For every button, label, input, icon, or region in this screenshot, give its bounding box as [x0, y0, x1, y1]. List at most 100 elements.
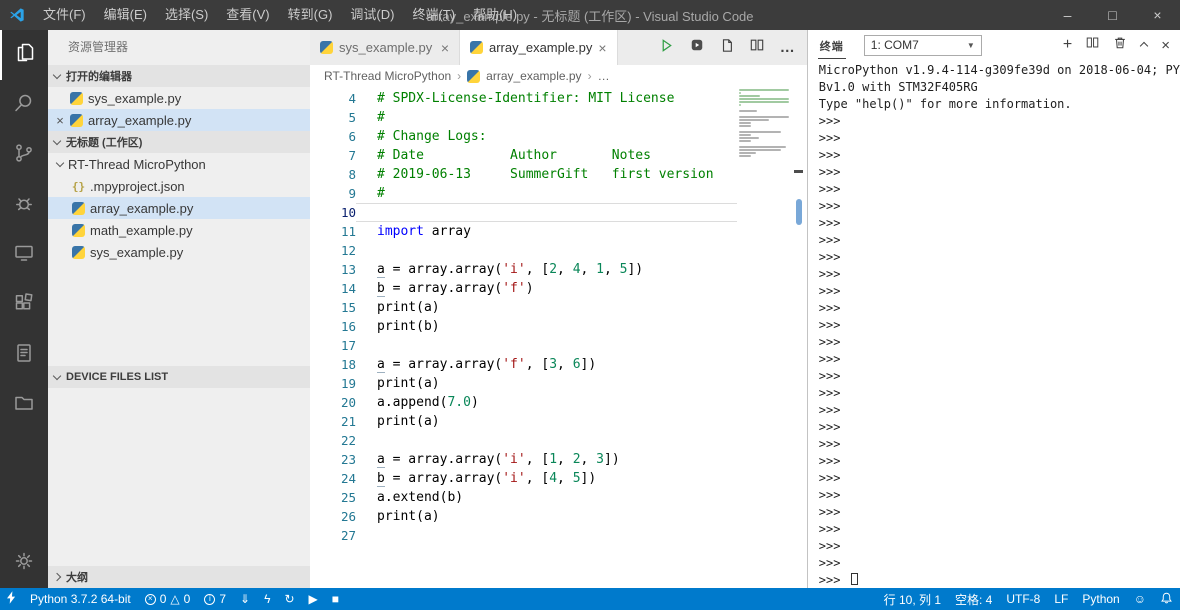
split-editor-button[interactable]: [750, 38, 764, 57]
menu-item[interactable]: 查看(V): [217, 0, 278, 30]
code-token: ): [525, 281, 534, 296]
tree-item[interactable]: {} .mpyproject.json: [48, 175, 310, 197]
encoding[interactable]: UTF-8: [999, 588, 1047, 610]
activity-remote-explorer[interactable]: [0, 230, 48, 280]
py-file-icon: [70, 113, 83, 127]
language-mode[interactable]: Python: [1075, 588, 1126, 610]
breadcrumb-item[interactable]: …: [598, 69, 610, 83]
code-editor[interactable]: 4 # SPDX-License-Identifier: MIT License 5…: [310, 87, 807, 588]
code-token: 'i': [502, 471, 526, 486]
line-number: 21: [340, 414, 356, 429]
minimize-button[interactable]: –: [1045, 0, 1090, 30]
editor-tab[interactable]: sys_example.py ×: [310, 30, 460, 65]
cursor-position-marker: [793, 170, 803, 173]
close-tab-icon[interactable]: ×: [441, 40, 449, 56]
tree-item[interactable]: sys_example.py: [48, 241, 310, 263]
code-token: , [: [525, 357, 550, 372]
activity-explorer[interactable]: [0, 30, 48, 80]
breadcrumb-item[interactable]: RT-Thread MicroPython: [324, 69, 451, 83]
editor-tab[interactable]: array_example.py ×: [460, 30, 618, 65]
terminal-prompt-line: >>>: [818, 335, 841, 349]
minimap-line: [738, 134, 751, 136]
split-terminal-button[interactable]: [1086, 36, 1099, 54]
code-token: # Change Logs:: [377, 129, 487, 144]
menu-item[interactable]: 调试(D): [341, 0, 403, 30]
eol-sequence[interactable]: LF: [1047, 588, 1075, 610]
open-file-button[interactable]: [720, 38, 734, 58]
maximize-button[interactable]: □: [1090, 0, 1135, 30]
stop-button[interactable]: ■: [325, 588, 346, 610]
code-token: ]): [580, 471, 597, 486]
download-to-device-button[interactable]: ⇓: [233, 588, 257, 610]
activity-projects[interactable]: [0, 380, 48, 430]
terminal-selector-dropdown[interactable]: 1: COM7 ▼: [863, 34, 982, 56]
activity-notes[interactable]: [0, 330, 48, 380]
sidebar: 资源管理器 打开的编辑器 sys_example.py × array_exampl…: [48, 30, 310, 588]
tab-terminal[interactable]: 终端: [817, 31, 846, 59]
problems-indicator[interactable]: × 0 △ 0: [138, 588, 198, 610]
more-actions-button[interactable]: …: [780, 39, 795, 56]
py-file-icon: [70, 91, 83, 105]
activity-settings[interactable]: [0, 538, 48, 588]
menu-item[interactable]: 选择(S): [156, 0, 217, 30]
tree-item[interactable]: math_example.py: [48, 219, 310, 241]
kill-terminal-button[interactable]: [1113, 35, 1127, 55]
open-editor-item[interactable]: × array_example.py: [48, 109, 310, 131]
code-token: print(a): [377, 300, 440, 315]
menu-item[interactable]: 终端(T): [403, 0, 464, 30]
cursor-position[interactable]: 行 10, 列 1: [877, 588, 948, 610]
activity-debug[interactable]: [0, 180, 48, 230]
run-file-button[interactable]: [659, 38, 674, 58]
new-terminal-button[interactable]: +: [1063, 36, 1072, 54]
indentation[interactable]: 空格: 4: [948, 588, 999, 610]
device-files-header[interactable]: DEVICE FILES LIST: [48, 366, 310, 388]
line-number: 8: [348, 167, 356, 182]
feedback-button[interactable]: ☺: [1127, 588, 1153, 610]
outline-header[interactable]: 大纲: [48, 566, 310, 588]
code-token: ,: [580, 452, 597, 467]
status-bar-right: 行 10, 列 1 空格: 4 UTF-8 LF Python ☺: [877, 588, 1180, 610]
minimap[interactable]: [738, 89, 791, 160]
notifications-button[interactable]: [1153, 588, 1180, 610]
run-button[interactable]: ▶: [302, 588, 325, 610]
tree-item[interactable]: array_example.py: [48, 197, 310, 219]
code-token: b: [377, 281, 385, 296]
flash-firmware-button[interactable]: ϟ: [257, 588, 277, 610]
open-editor-item[interactable]: sys_example.py: [48, 87, 310, 109]
minimap-line: [738, 110, 757, 112]
activity-source-control[interactable]: [0, 130, 48, 180]
menu-item[interactable]: 帮助(H): [464, 0, 526, 30]
menu-item[interactable]: 编辑(E): [95, 0, 156, 30]
activity-bar-spacer: [0, 430, 48, 538]
maximize-panel-button[interactable]: [1139, 36, 1149, 54]
sync-button[interactable]: ↻: [277, 588, 301, 610]
minimap-line: [738, 101, 789, 103]
close-panel-button[interactable]: ×: [1161, 37, 1170, 54]
activity-extensions[interactable]: [0, 280, 48, 330]
scrollbar-thumb[interactable]: [795, 199, 802, 225]
main-area: 资源管理器 打开的编辑器 sys_example.py × array_exampl…: [0, 30, 1180, 588]
workspace-header[interactable]: 无标题 (工作区): [48, 131, 310, 153]
breadcrumb-item[interactable]: array_example.py: [486, 69, 581, 83]
python-interpreter[interactable]: Python 3.7.2 64-bit: [23, 588, 138, 610]
menu-item[interactable]: 文件(F): [34, 0, 95, 30]
close-editor-icon[interactable]: ×: [53, 113, 67, 128]
info-indicator[interactable]: i 7: [197, 588, 233, 610]
code-token: ]): [627, 262, 644, 277]
terminal-line: Bv1.0 with STM32F405RG: [818, 80, 978, 94]
code-token: print(a): [377, 414, 440, 429]
activity-search[interactable]: [0, 80, 48, 130]
close-button[interactable]: ×: [1135, 0, 1180, 30]
menu-item[interactable]: 转到(G): [279, 0, 342, 30]
code-token: , [: [525, 262, 550, 277]
code-token: 'i': [502, 262, 526, 277]
code-token: = array.array(: [384, 471, 503, 486]
py-file-icon: [470, 41, 483, 54]
connection-indicator[interactable]: [0, 588, 23, 610]
tree-folder[interactable]: RT-Thread MicroPython: [48, 153, 310, 175]
terminal-output[interactable]: MicroPython v1.9.4-114-g309fe39d on 2018…: [808, 60, 1180, 588]
close-tab-icon[interactable]: ×: [598, 40, 606, 56]
run-on-device-button[interactable]: [690, 38, 704, 57]
open-editors-header[interactable]: 打开的编辑器: [48, 65, 310, 87]
tree-file-list: {} .mpyproject.json array_example.py math_e…: [48, 175, 310, 263]
